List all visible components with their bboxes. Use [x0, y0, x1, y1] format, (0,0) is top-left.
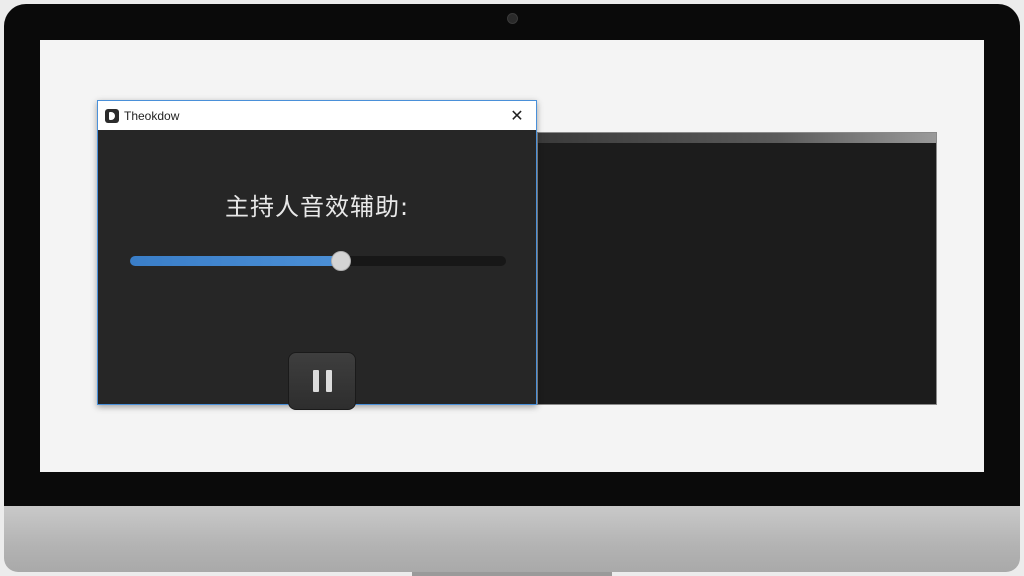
desktop-scene: Theokdow ✕ 主持人音效辅助:: [0, 0, 1024, 576]
slider-thumb[interactable]: [330, 251, 351, 271]
slider-fill: [130, 256, 341, 266]
screen: Theokdow ✕ 主持人音效辅助:: [40, 40, 984, 472]
close-icon: ✕: [510, 106, 524, 125]
window-titlebar[interactable]: Theokdow ✕: [98, 101, 536, 130]
window-title: Theokdow: [124, 108, 180, 123]
app-icon: [105, 108, 119, 123]
close-button[interactable]: ✕: [498, 101, 536, 130]
waveform-lines: [538, 156, 924, 359]
pause-icon-bar: [325, 370, 332, 392]
pause-button[interactable]: [288, 352, 356, 410]
waveform-titlebar[interactable]: [538, 133, 936, 143]
webcam-icon: [507, 13, 518, 24]
monitor-stand: [412, 572, 612, 576]
pause-icon: [312, 370, 319, 392]
page-title: 主持人音效辅助:: [224, 193, 410, 221]
app-window: Theokdow ✕ 主持人音效辅助:: [97, 100, 537, 410]
volume-slider[interactable]: [130, 251, 506, 271]
waveform-window: [537, 132, 937, 405]
audio-waveform: [538, 156, 924, 359]
monitor-chin: [4, 506, 1020, 572]
